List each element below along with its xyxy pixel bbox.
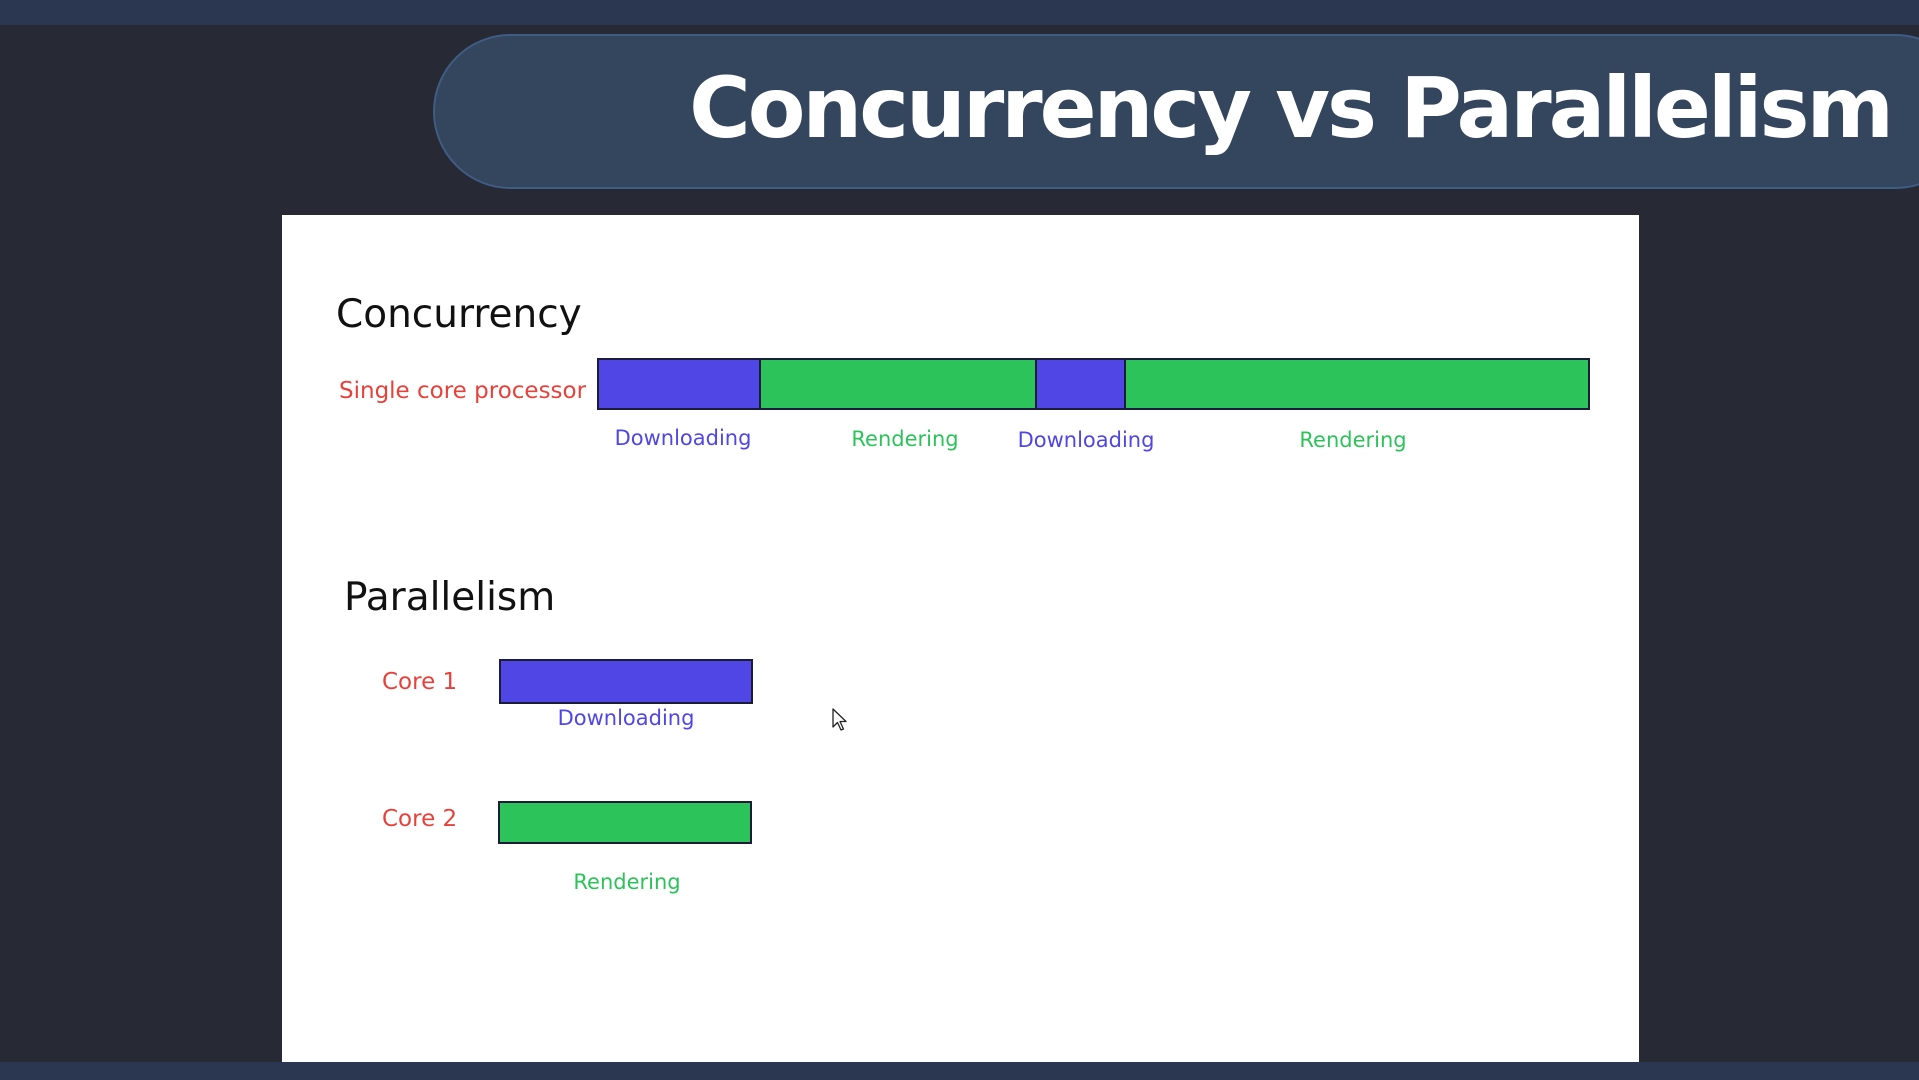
slide-title: Concurrency vs Parallelism	[689, 59, 1894, 157]
parallelism-heading: Parallelism	[344, 575, 556, 620]
single-core-label: Single core processor	[339, 378, 587, 404]
slide-canvas: Concurrency Single core processor Downlo…	[282, 215, 1639, 1062]
core-2-label: Core 2	[382, 806, 458, 832]
concurrency-segment-downloading-2	[1035, 358, 1126, 410]
mouse-pointer-icon	[832, 708, 847, 731]
concurrency-label-downloading-2: Downloading	[1017, 428, 1155, 452]
concurrency-label-rendering-1: Rendering	[851, 427, 959, 451]
bottom-band	[0, 1062, 1919, 1080]
concurrency-segment-downloading-1	[597, 358, 761, 410]
concurrency-heading: Concurrency	[336, 292, 582, 337]
concurrency-label-rendering-2: Rendering	[1299, 428, 1407, 452]
core-2-bar-rendering	[498, 801, 752, 844]
concurrency-label-downloading-1: Downloading	[614, 426, 752, 450]
core-1-task-label: Downloading	[557, 706, 695, 730]
concurrency-segment-rendering-1	[759, 358, 1037, 410]
top-band	[0, 0, 1919, 25]
concurrency-segment-rendering-2	[1124, 358, 1590, 410]
core-1-label: Core 1	[382, 669, 458, 695]
core-2-task-label: Rendering	[573, 870, 681, 894]
core-1-bar-downloading	[499, 659, 753, 704]
